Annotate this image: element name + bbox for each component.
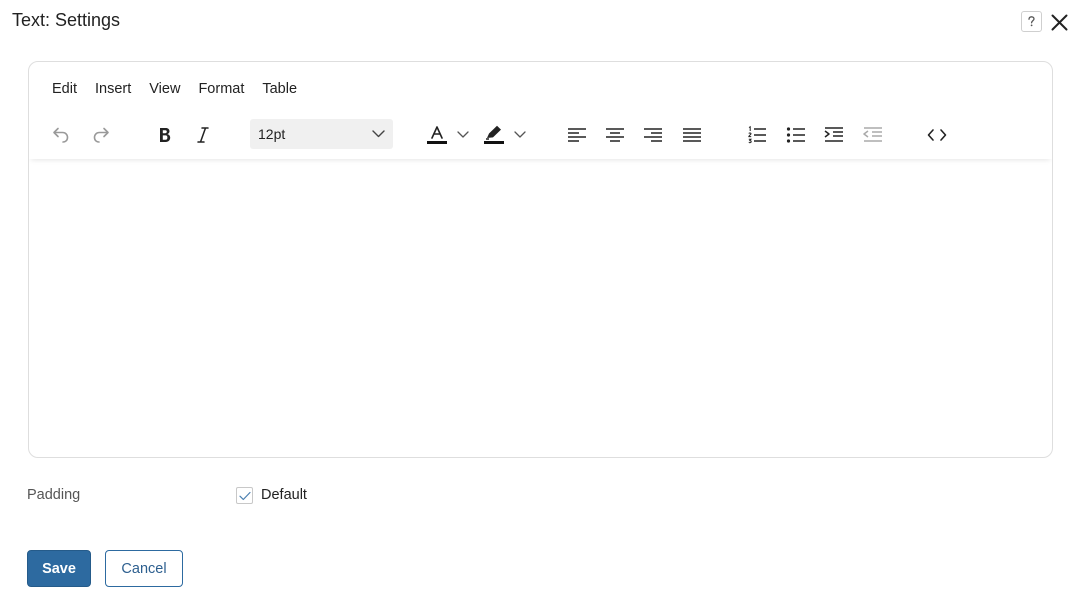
align-left-icon [568,128,586,142]
outdent-icon [863,127,882,142]
editor-content-area[interactable] [29,159,1052,457]
editor-menubar: Edit Insert View Format Table [29,62,1052,112]
indent-icon [824,127,843,142]
menu-table[interactable]: Table [253,81,306,98]
menu-view[interactable]: View [140,81,189,98]
close-icon[interactable] [1047,10,1071,34]
numbered-list-icon [748,125,766,144]
font-size-select[interactable]: 12pt [250,119,393,149]
default-padding-checkbox[interactable] [236,487,253,504]
italic-icon [197,127,209,143]
bullet-list-button[interactable] [783,120,809,150]
checkmark-icon [238,491,251,500]
align-justify-icon [683,128,701,142]
align-left-button[interactable] [564,120,590,150]
save-button[interactable]: Save [27,550,91,587]
undo-button[interactable] [48,120,74,150]
text-color-button[interactable] [426,120,474,150]
padding-label: Padding [27,487,81,503]
align-center-icon [606,128,624,142]
text-color-icon [427,126,447,144]
rich-text-editor: Edit Insert View Format Table 12pt [28,61,1053,458]
source-code-icon [927,129,947,141]
menu-edit[interactable]: Edit [43,81,86,98]
align-right-icon [644,128,662,142]
dialog-title: Text: Settings [12,10,121,30]
editor-toolbar: 12pt [29,112,1052,159]
bullet-list-icon [786,127,805,143]
chevron-down-icon [514,131,526,138]
redo-button[interactable] [88,120,114,150]
highlight-color-icon [484,125,504,144]
undo-icon [53,127,69,143]
indent-button[interactable] [821,120,847,150]
default-padding-label[interactable]: Default [261,487,307,503]
source-code-button[interactable] [924,120,950,150]
chevron-down-icon [457,131,469,138]
bold-button[interactable] [152,120,178,150]
menu-format[interactable]: Format [189,81,253,98]
cancel-button[interactable]: Cancel [105,550,183,587]
font-size-value: 12pt [258,126,286,142]
align-center-button[interactable] [602,120,628,150]
align-right-button[interactable] [640,120,666,150]
numbered-list-button[interactable] [744,120,770,150]
menu-insert[interactable]: Insert [86,81,140,98]
redo-icon [93,127,109,143]
help-icon[interactable] [1021,11,1042,32]
italic-button[interactable] [190,120,216,150]
highlight-color-button[interactable] [483,120,531,150]
chevron-down-icon [372,130,385,138]
bold-icon [160,128,171,142]
outdent-button[interactable] [860,120,886,150]
align-justify-button[interactable] [679,120,705,150]
